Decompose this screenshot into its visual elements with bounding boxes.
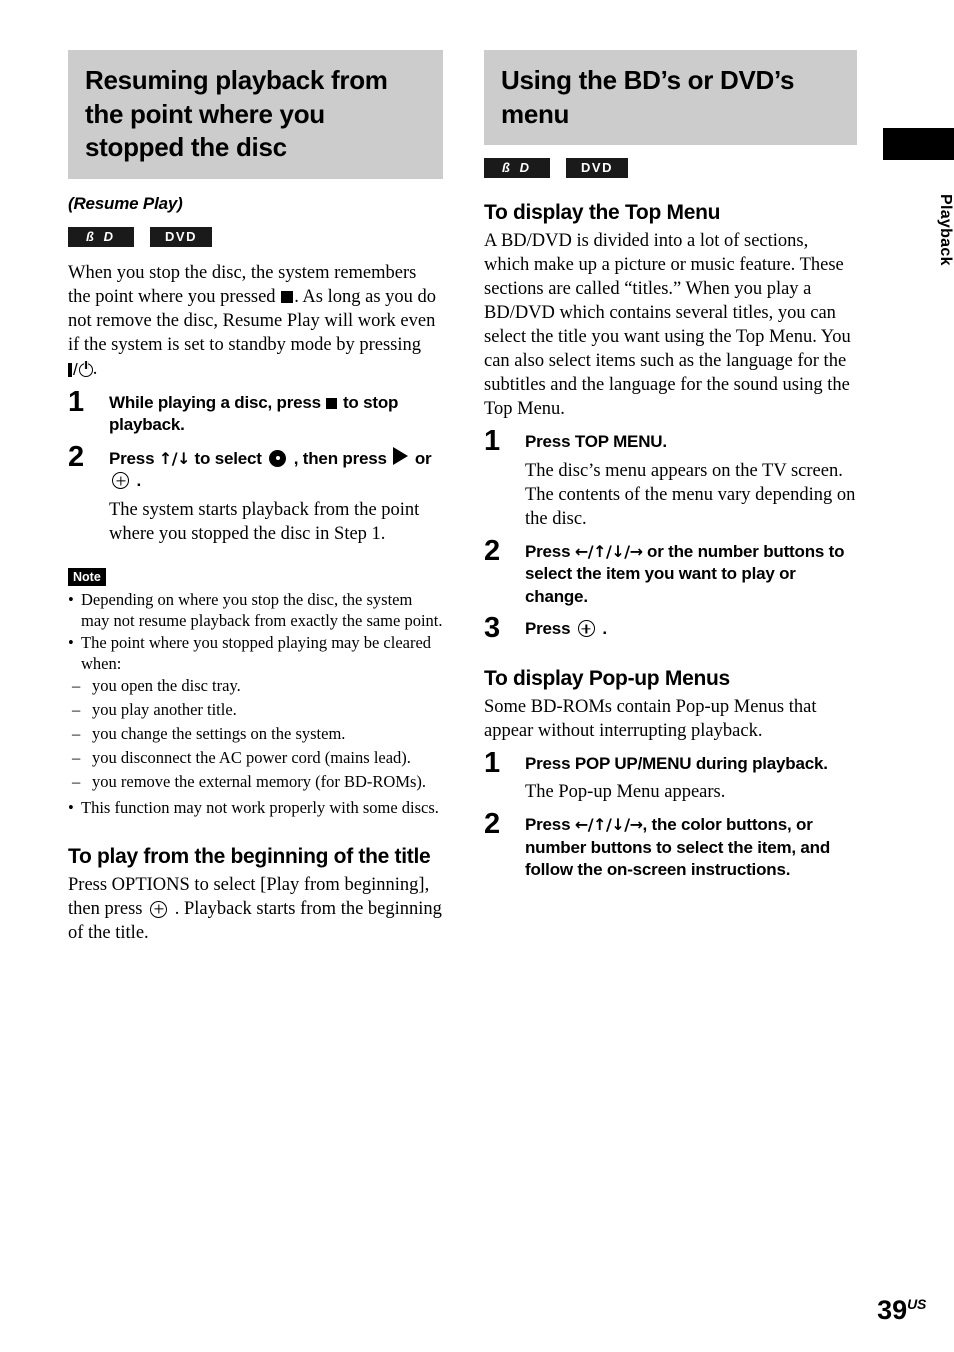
step-item: 2 Press ←/↑/↓/→ or the number buttons to… xyxy=(484,536,857,609)
section-heading-using-bd-dvd-menu: Using the BD’s or DVD’s menu xyxy=(484,50,857,145)
power-standby-icon: / xyxy=(68,357,93,382)
note-bullet: The point where you stopped playing may … xyxy=(68,632,443,674)
page-region-suffix: US xyxy=(907,1296,926,1312)
step-number: 2 xyxy=(68,440,85,473)
step-item: 3 Press . xyxy=(484,614,857,643)
resume-marker-icon xyxy=(269,449,287,467)
stop-button-icon xyxy=(281,290,294,303)
play-button-icon xyxy=(393,446,409,465)
step-description: The system starts playback from the poin… xyxy=(109,499,420,544)
step-instruction: Press . xyxy=(525,618,857,641)
disc-badges-right: ß D DVD xyxy=(484,158,857,178)
chapter-tab-marker xyxy=(883,128,954,160)
arrow-direction-icons: ←/↑/↓/→ xyxy=(574,541,643,561)
note-bullet-list-cont: This function may not work properly with… xyxy=(68,797,443,818)
step-item: 2 Press ←/↑/↓/→, the color buttons, or n… xyxy=(484,810,857,882)
badge-dvd: DVD xyxy=(566,158,628,178)
step-instruction: Press ←/↑/↓/→, the color buttons, or num… xyxy=(525,814,857,882)
step-number: 1 xyxy=(68,385,85,418)
enter-button-icon xyxy=(112,472,129,489)
chapter-tab-label: Playback xyxy=(937,194,954,266)
step-text-c: , then press xyxy=(289,448,392,468)
stop-button-icon xyxy=(326,397,338,409)
step-item: 1 Press TOP MENU. The disc’s menu appear… xyxy=(484,427,857,531)
step-description: The disc’s menu appears on the TV screen… xyxy=(525,460,856,529)
manual-page: Resuming playback from the point where y… xyxy=(0,0,954,1352)
step-text-a: While playing a disc, press xyxy=(109,392,326,412)
step-text-a: Press xyxy=(525,541,575,561)
enter-button-icon xyxy=(150,900,168,918)
step-text-d: or xyxy=(410,448,432,468)
step-text-a: Press xyxy=(525,815,575,834)
badge-dvd: DVD xyxy=(150,226,212,247)
step-number: 1 xyxy=(484,425,501,457)
page-number-value: 39 xyxy=(877,1295,908,1325)
step-number: 1 xyxy=(484,746,501,779)
step-text-e: . xyxy=(132,471,142,490)
subheading-display-popup-menus: To display Pop-up Menus xyxy=(484,666,730,690)
step-item: 2 Press ↑/↓ to select , then press or . … xyxy=(68,442,443,546)
disc-badges-left: ß D DVD xyxy=(68,226,443,247)
step-text-a: Press xyxy=(109,448,159,468)
arrow-up-down-icons: ↑/↓ xyxy=(158,448,191,468)
step-item: 1 While playing a disc, press to stop pl… xyxy=(68,387,443,437)
note-bullet: This function may not work properly with… xyxy=(68,797,443,818)
resume-intro-part3: . xyxy=(92,358,98,379)
step-number: 3 xyxy=(484,612,501,644)
step-text-b: . xyxy=(597,619,607,638)
step-text-a: Press xyxy=(525,619,575,638)
popup-menus-paragraph: Some BD-ROMs contain Pop-up Menus that a… xyxy=(484,696,817,741)
step-number: 2 xyxy=(484,534,501,567)
step-instruction: While playing a disc, press to stop play… xyxy=(109,392,443,437)
step-instruction: Press ↑/↓ to select , then press or . xyxy=(109,446,443,493)
step-number: 2 xyxy=(484,808,501,840)
note-sub-bullet: you open the disc tray. xyxy=(68,674,443,698)
step-item: 1 Press POP UP/MENU during playback. The… xyxy=(484,748,857,805)
enter-button-icon xyxy=(577,620,595,637)
step-description: The Pop-up Menu appears. xyxy=(525,782,726,802)
note-sub-bullet: you remove the external memory (for BD-R… xyxy=(68,770,443,794)
step-instruction: Press TOP MENU. xyxy=(525,432,667,451)
step-text-b: to select xyxy=(190,448,267,468)
section-subtitle-resume-play: (Resume Play) xyxy=(68,193,183,213)
right-column: Using the BD’s or DVD’s menu ß D DVD To d… xyxy=(484,50,857,882)
resume-intro-paragraph: When you stop the disc, the system remem… xyxy=(68,261,443,382)
section-heading-resuming-playback: Resuming playback from the point where y… xyxy=(68,50,443,179)
note-badge: Note xyxy=(68,567,106,586)
note-bullet: Depending on where you stop the disc, th… xyxy=(68,589,443,631)
step-instruction: Press POP UP/MENU during playback. xyxy=(525,753,828,773)
badge-bd: ß D xyxy=(484,158,550,178)
subheading-play-from-beginning: To play from the beginning of the title xyxy=(68,844,431,868)
left-column: Resuming playback from the point where y… xyxy=(68,50,443,945)
note-sub-bullet-list: you open the disc tray. you play another… xyxy=(68,674,443,794)
step-instruction: Press ←/↑/↓/→ or the number buttons to s… xyxy=(525,541,857,609)
badge-bd: ß D xyxy=(68,226,134,247)
note-sub-bullet: you play another title. xyxy=(68,698,443,722)
top-menu-paragraph: A BD/DVD is divided into a lot of sectio… xyxy=(484,231,851,419)
note-bullet-list: Depending on where you stop the disc, th… xyxy=(68,589,443,674)
note-sub-bullet: you change the settings on the system. xyxy=(68,722,443,746)
page-number: 39US xyxy=(877,1291,926,1324)
subheading-display-top-menu: To display the Top Menu xyxy=(484,201,721,224)
arrow-direction-icons: ←/↑/↓/→ xyxy=(574,815,643,834)
play-from-beginning-paragraph: Press OPTIONS to select [Play from begin… xyxy=(68,873,443,945)
note-sub-bullet: you disconnect the AC power cord (mains … xyxy=(68,746,443,770)
